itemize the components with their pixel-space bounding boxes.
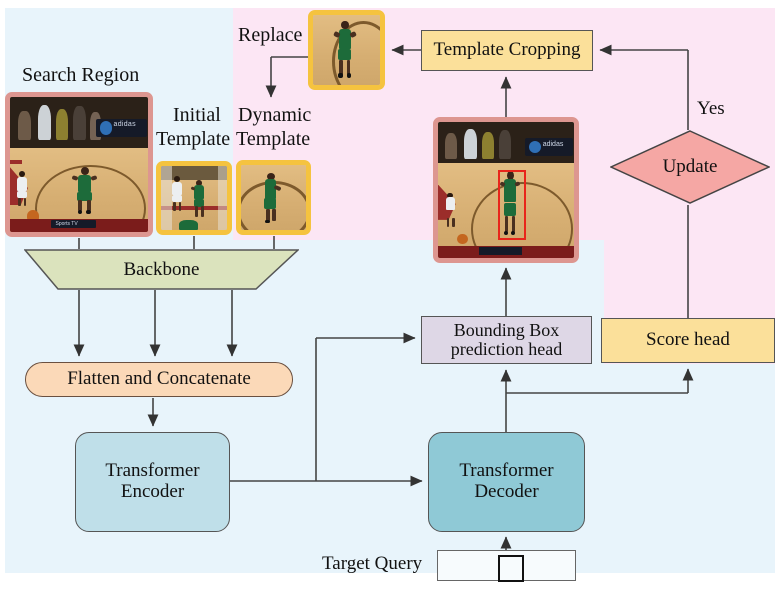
- target-query-label: Target Query: [322, 553, 423, 574]
- dynamic-template-label-line2: Template: [236, 128, 311, 150]
- target-query-node[interactable]: [437, 550, 576, 582]
- score-head-label: Score head: [646, 329, 730, 351]
- initial-template-label-line2: Template: [156, 128, 231, 150]
- backbone-label: Backbone: [123, 258, 200, 280]
- backbone-node[interactable]: Backbone: [24, 249, 299, 290]
- bounding-box-prediction-head-node[interactable]: Bounding Box prediction head: [421, 316, 592, 364]
- search-region-label: Search Region: [22, 64, 140, 86]
- transformer-encoder-node[interactable]: Transformer Encoder: [75, 432, 230, 532]
- dynamic-template-image: [236, 160, 311, 235]
- update-decision-node[interactable]: Update: [610, 130, 770, 204]
- bbox-head-label-line2: prediction head: [450, 339, 563, 359]
- transformer-encoder-label-line2: Encoder: [120, 481, 185, 502]
- score-head-node[interactable]: Score head: [601, 318, 775, 363]
- search-region-image: adidas Sports TV: [5, 92, 153, 237]
- replace-label: Replace: [238, 24, 303, 46]
- tracking-result-image: adidas: [433, 117, 579, 263]
- flatten-concatenate-node[interactable]: Flatten and Concatenate: [25, 362, 293, 397]
- predicted-bounding-box: [497, 169, 527, 241]
- diagram-root: Search Region adidas Sports TV Initial T…: [0, 0, 780, 591]
- initial-template-image: [156, 161, 232, 235]
- transformer-decoder-label-line2: Decoder: [474, 481, 539, 502]
- target-query-token: [498, 555, 524, 582]
- dynamic-template-label-line1: Dynamic: [238, 104, 312, 126]
- bbox-head-label-line1: Bounding Box: [453, 319, 560, 340]
- template-cropping-label: Template Cropping: [433, 39, 581, 61]
- transformer-decoder-node[interactable]: Transformer Decoder: [428, 432, 585, 532]
- flatten-concatenate-label: Flatten and Concatenate: [67, 368, 251, 390]
- transformer-encoder-label-line1: Transformer: [105, 460, 200, 482]
- cropped-template-image: [308, 10, 385, 90]
- initial-template-label-line1: Initial: [173, 104, 221, 126]
- yes-edge-label: Yes: [697, 98, 725, 119]
- update-label: Update: [662, 156, 718, 177]
- transformer-decoder-label-line1: Transformer: [459, 460, 554, 482]
- template-cropping-node[interactable]: Template Cropping: [421, 30, 593, 71]
